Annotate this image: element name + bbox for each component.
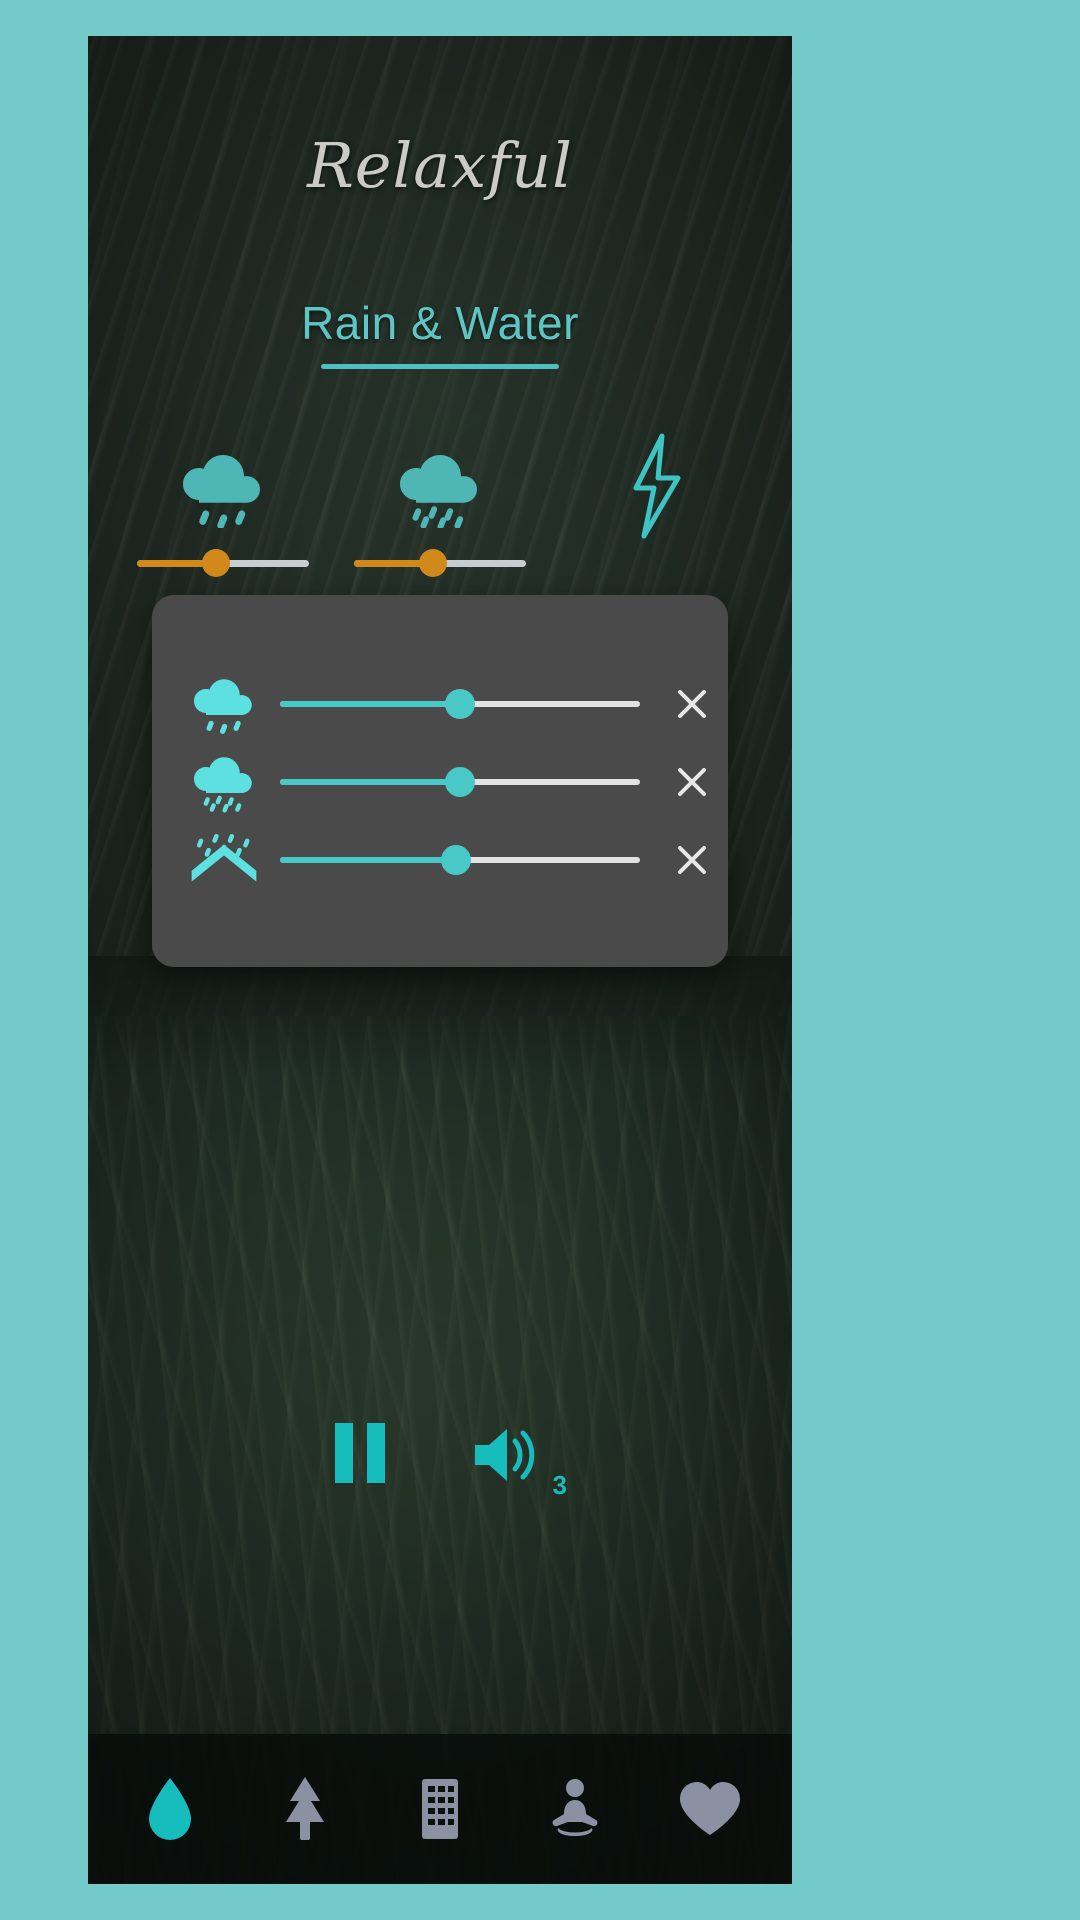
category-header: Rain & Water xyxy=(88,296,792,369)
slider-fill xyxy=(280,779,460,785)
category-title: Rain & Water xyxy=(301,297,579,349)
rain-cloud-icon[interactable] xyxy=(175,436,271,536)
mixer-row xyxy=(152,743,728,821)
active-sound-count: 3 xyxy=(552,1470,567,1500)
rain-cloud-icon[interactable] xyxy=(392,436,488,536)
mixer-volume-slider[interactable] xyxy=(280,689,640,719)
remove-sound-button[interactable] xyxy=(656,674,728,734)
nav-city[interactable] xyxy=(388,1757,492,1861)
rain-cloud-icon[interactable] xyxy=(182,749,266,815)
slider-thumb[interactable] xyxy=(445,689,475,719)
slider-thumb[interactable] xyxy=(201,549,230,577)
bottom-navigation-bar xyxy=(88,1734,792,1884)
volume-button[interactable]: 3 xyxy=(471,1423,567,1500)
nav-rain-water[interactable] xyxy=(118,1757,222,1861)
nav-nature[interactable] xyxy=(253,1757,357,1861)
app-brand-title: Relaxful xyxy=(307,129,573,202)
mixer-volume-slider[interactable] xyxy=(280,845,640,875)
mixer-row xyxy=(152,821,728,899)
category-underline xyxy=(321,364,559,369)
pause-button[interactable] xyxy=(335,1423,385,1483)
app-screen: Relaxful Rain & Water 3 xyxy=(88,36,792,1884)
pause-bar-right xyxy=(367,1423,385,1483)
nav-meditation[interactable] xyxy=(523,1757,627,1861)
remove-sound-button[interactable] xyxy=(656,830,728,890)
sound-volume-slider[interactable] xyxy=(136,549,309,577)
sound-cell-heavy-rain-cloud[interactable] xyxy=(342,436,537,577)
nav-favorites[interactable] xyxy=(658,1757,762,1861)
slider-thumb[interactable] xyxy=(419,549,448,577)
player-controls: 3 xyxy=(88,1423,792,1500)
rain-cloud-icon[interactable] xyxy=(182,671,266,737)
slider-thumb[interactable] xyxy=(445,767,475,797)
active-sounds-mixer-panel xyxy=(152,595,728,967)
pause-bar-left xyxy=(335,1423,353,1483)
slider-fill xyxy=(280,857,457,863)
mixer-row xyxy=(152,665,728,743)
remove-sound-button[interactable] xyxy=(656,752,728,812)
mixer-volume-slider[interactable] xyxy=(280,767,640,797)
rain-on-roof-icon[interactable] xyxy=(182,829,266,891)
sound-grid xyxy=(88,433,792,577)
slider-fill xyxy=(280,701,460,707)
sound-cell-rain-cloud[interactable] xyxy=(125,436,320,577)
lightning-bolt-icon[interactable] xyxy=(622,433,692,539)
sound-cell-thunder[interactable] xyxy=(560,433,755,539)
sound-volume-slider[interactable] xyxy=(353,549,526,577)
slider-thumb[interactable] xyxy=(441,845,472,875)
